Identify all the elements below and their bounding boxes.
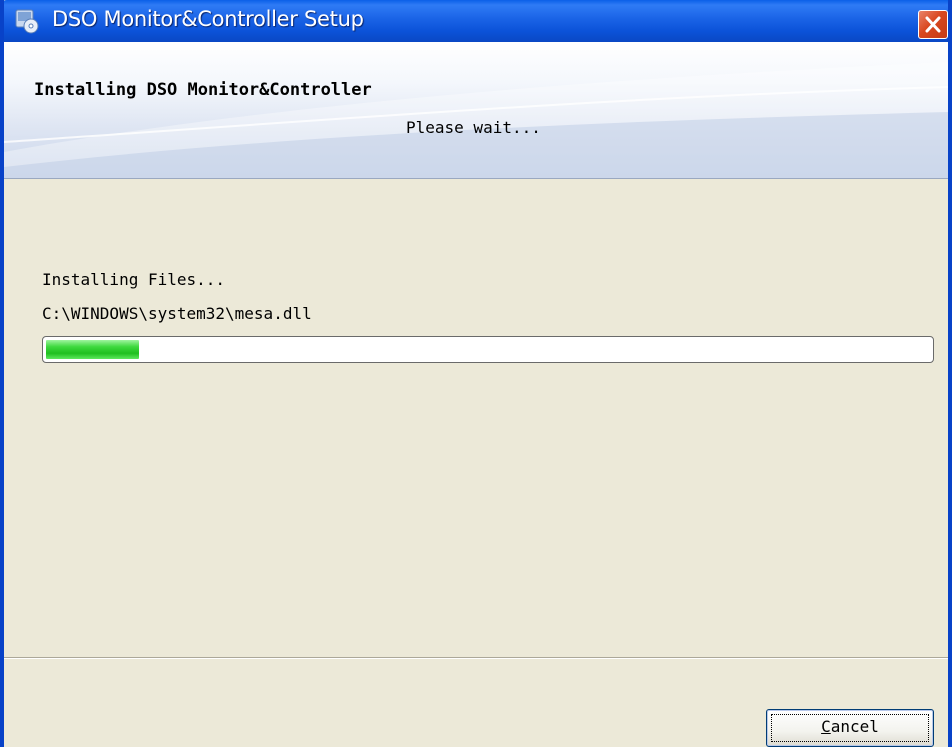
- window-title: DSO Monitor&Controller Setup: [52, 7, 364, 31]
- setup-window: DSO Monitor&Controller Setup Installing …: [0, 0, 952, 747]
- status-label: Installing Files...: [42, 270, 226, 289]
- cancel-button[interactable]: Cancel: [766, 709, 934, 747]
- close-button[interactable]: [918, 10, 948, 39]
- header-banner: Installing DSO Monitor&Controller Please…: [4, 42, 948, 179]
- setup-disc-icon: [14, 8, 40, 34]
- title-bar[interactable]: DSO Monitor&Controller Setup: [4, 0, 948, 42]
- banner-wave-graphic: [4, 62, 948, 178]
- footer-divider-highlight: [4, 658, 948, 659]
- progress-fill: [46, 340, 139, 359]
- cancel-accelerator: C: [821, 717, 831, 736]
- cancel-label: ancel: [830, 717, 879, 736]
- close-icon: [925, 16, 941, 33]
- current-file-path: C:\WINDOWS\system32\mesa.dll: [42, 304, 312, 323]
- header-subtitle: Please wait...: [406, 118, 541, 137]
- header-title: Installing DSO Monitor&Controller: [34, 80, 372, 100]
- install-progress-bar: [42, 336, 934, 363]
